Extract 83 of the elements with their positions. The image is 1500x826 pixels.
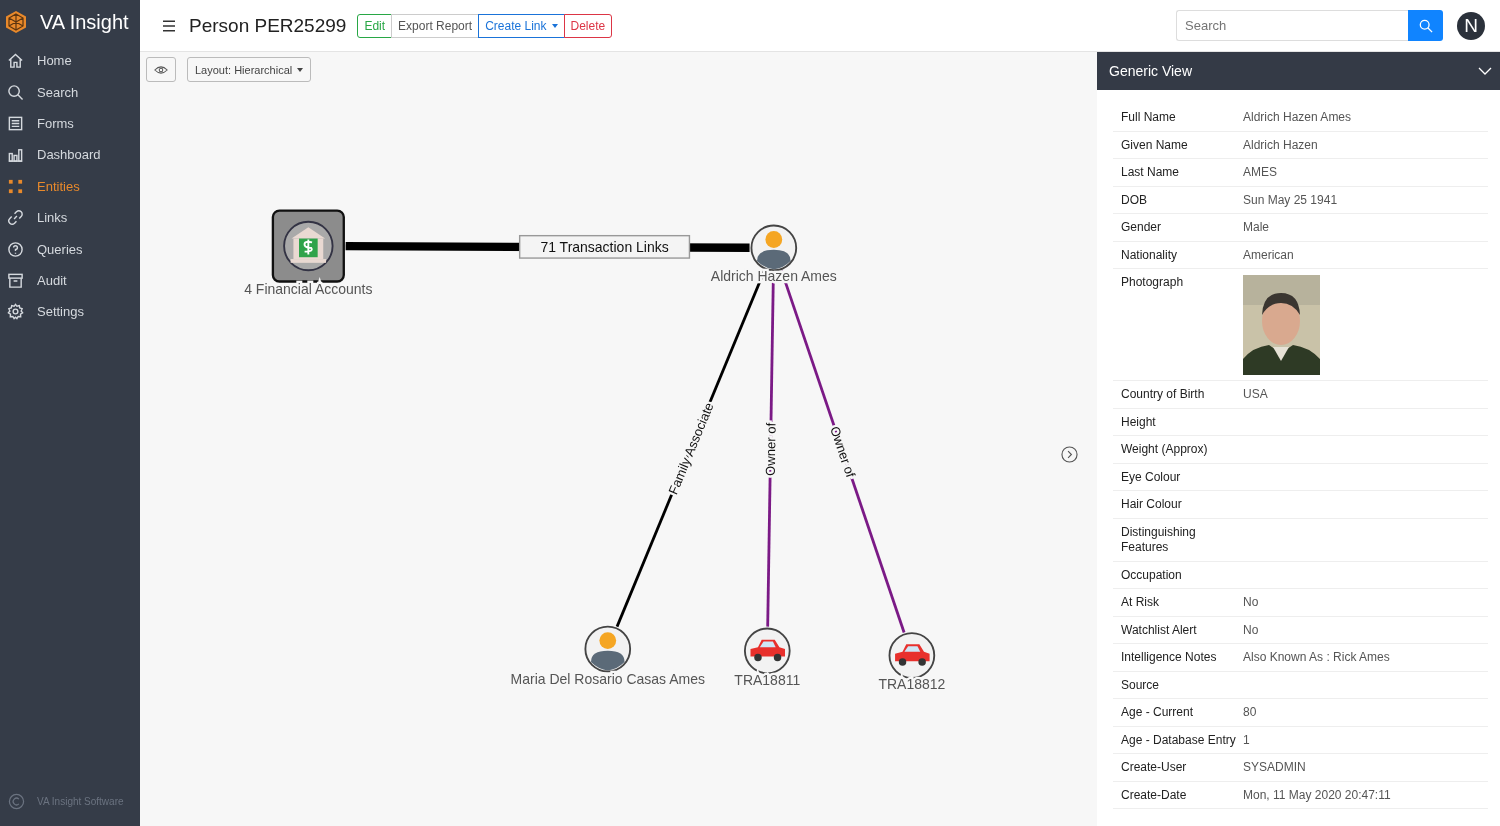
- search-icon: [7, 83, 24, 101]
- settings-icon: [7, 303, 24, 321]
- sidebar-item[interactable]: Queries: [0, 233, 140, 265]
- field-label: Create-User: [1121, 760, 1188, 776]
- node-label: TRA18811: [734, 672, 801, 689]
- sidebar-item[interactable]: Forms: [0, 107, 140, 140]
- link-label: 71 Transaction Links: [518, 234, 691, 259]
- sidebar-item[interactable]: Dashboard: [0, 139, 140, 171]
- eye-icon: [154, 64, 168, 75]
- field-label: Hair Colour: [1121, 497, 1183, 513]
- action-button[interactable]: Export Report: [391, 13, 480, 38]
- field-label: Country of Birth: [1121, 387, 1206, 403]
- search-icon: [1418, 18, 1433, 33]
- field-value: USA: [1243, 387, 1268, 403]
- sidebar-item[interactable]: Search: [0, 76, 140, 108]
- node-label: TRA18812: [878, 676, 946, 693]
- user-avatar[interactable]: N: [1457, 11, 1485, 40]
- visibility-button[interactable]: [146, 57, 176, 82]
- link-label: Owner of: [827, 424, 859, 480]
- field-label: Watchlist Alert: [1121, 622, 1198, 638]
- field-label: Last Name: [1121, 165, 1181, 181]
- list-icon: [7, 114, 24, 132]
- car-node-icon[interactable]: [743, 627, 791, 675]
- sidebar-item[interactable]: Entities: [0, 170, 140, 202]
- field-value: Aldrich Hazen Ames: [1243, 110, 1352, 126]
- field-label: Age - Database Entry: [1121, 732, 1237, 748]
- bar-chart-icon: [7, 146, 24, 164]
- bank-node-icon[interactable]: [271, 209, 345, 283]
- chevron-icon: [1478, 67, 1492, 75]
- field-value: Sun May 25 1941: [1243, 192, 1338, 208]
- field-label: Intelligence Notes: [1121, 650, 1218, 666]
- sidebar-item[interactable]: Audit: [0, 264, 140, 297]
- field-label: DOB: [1121, 192, 1148, 208]
- node-label: Maria Del Rosario Casas Ames: [510, 670, 705, 687]
- field-label: Weight (Approx): [1121, 442, 1209, 458]
- person-node-icon[interactable]: [584, 625, 632, 673]
- node-label: 4 Financial Accounts: [244, 280, 373, 297]
- question-icon: [7, 240, 24, 258]
- field-value: Also Known As : Rick Ames: [1243, 650, 1390, 666]
- person-node-icon[interactable]: [750, 224, 798, 272]
- app-name: VA Insight: [40, 10, 129, 34]
- field-label: Nationality: [1121, 247, 1179, 263]
- field-label: Source: [1121, 677, 1161, 693]
- field-label: Eye Colour: [1121, 469, 1182, 485]
- home-icon: [7, 52, 24, 70]
- search-field[interactable]: Search: [1176, 10, 1408, 41]
- field-label: Given Name: [1121, 137, 1189, 153]
- panel-header[interactable]: Generic View: [1097, 52, 1500, 90]
- chain-link-icon: [7, 209, 24, 227]
- link-label: Owner of: [762, 422, 779, 476]
- field-label: Distinguishing Features: [1121, 524, 1197, 556]
- field-label: Age - Current: [1121, 705, 1195, 721]
- field-value: 80: [1243, 705, 1257, 721]
- menu-icon[interactable]: [162, 19, 176, 32]
- sidebar-item[interactable]: Settings: [0, 296, 140, 328]
- field-value: No: [1243, 595, 1259, 611]
- field-label: Full Name: [1121, 110, 1177, 126]
- field-label: Photograph: [1121, 275, 1185, 291]
- field-value: American: [1243, 247, 1294, 263]
- action-button[interactable]: Delete: [563, 13, 613, 38]
- dropdown-button[interactable]: Create Link: [478, 13, 565, 38]
- car-node-icon[interactable]: [888, 632, 936, 679]
- field-value: 1: [1243, 732, 1250, 748]
- field-value: Mon, 11 May 2020 20:47:11: [1243, 787, 1391, 803]
- field-value: Aldrich Hazen: [1243, 137, 1318, 153]
- field-value: AMES: [1243, 165, 1277, 181]
- logo-icon: [4, 10, 28, 34]
- page-title: Person PER25299: [189, 14, 347, 37]
- grid-icon: [7, 177, 24, 195]
- layout-dropdown[interactable]: Layout: Hierarchical: [187, 57, 312, 82]
- field-value: Male: [1243, 220, 1269, 236]
- field-value: No: [1243, 622, 1259, 638]
- archive-icon: [7, 271, 24, 289]
- field-label: At Risk: [1121, 595, 1160, 611]
- sidebar-item[interactable]: Links: [0, 201, 140, 234]
- copyright-icon: [8, 793, 25, 810]
- field-label: Create-Date: [1121, 787, 1188, 803]
- sidebar-item[interactable]: Home: [0, 45, 140, 77]
- field-label: Height: [1121, 414, 1157, 430]
- field-label: Occupation: [1121, 567, 1183, 583]
- field-value: SYSADMIN: [1243, 760, 1306, 776]
- field-label: Gender: [1121, 220, 1163, 236]
- search-button[interactable]: [1408, 10, 1443, 41]
